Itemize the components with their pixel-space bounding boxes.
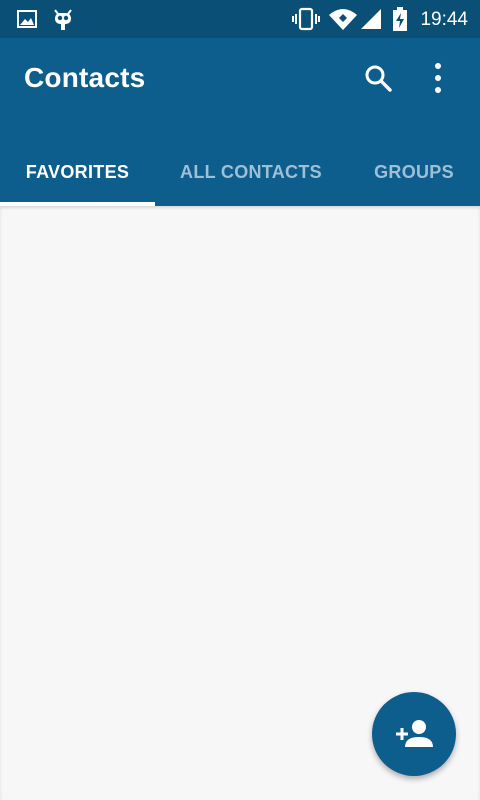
page-title: Contacts — [24, 62, 146, 93]
tab-favorites[interactable]: FAVORITES — [0, 138, 155, 206]
vibrate-icon — [292, 7, 320, 31]
search-icon — [365, 65, 392, 92]
app-bar: Contacts FAVORITES ALL CONTACTS GROUPS — [0, 38, 480, 206]
cell-signal-icon — [361, 9, 381, 29]
search-button[interactable] — [360, 60, 396, 96]
tab-groups[interactable]: GROUPS — [360, 138, 468, 206]
status-time: 19:44 — [420, 9, 468, 30]
add-contact-button[interactable] — [372, 692, 456, 776]
add-person-icon — [396, 720, 433, 747]
status-bar: 19:44 — [0, 0, 480, 38]
contacts-screen: 19:44 Contacts FAVORITES ALL CONTACTS GR… — [0, 0, 480, 800]
tab-bar: FAVORITES ALL CONTACTS GROUPS — [0, 138, 480, 206]
more-options-button[interactable] — [420, 60, 456, 96]
image-icon — [17, 10, 37, 28]
battery-charging-icon — [393, 7, 407, 31]
wifi-icon — [329, 9, 357, 30]
more-vert-icon — [435, 63, 441, 93]
cyanogen-mascot-icon — [54, 9, 72, 30]
tab-all-contacts[interactable]: ALL CONTACTS — [168, 138, 334, 206]
